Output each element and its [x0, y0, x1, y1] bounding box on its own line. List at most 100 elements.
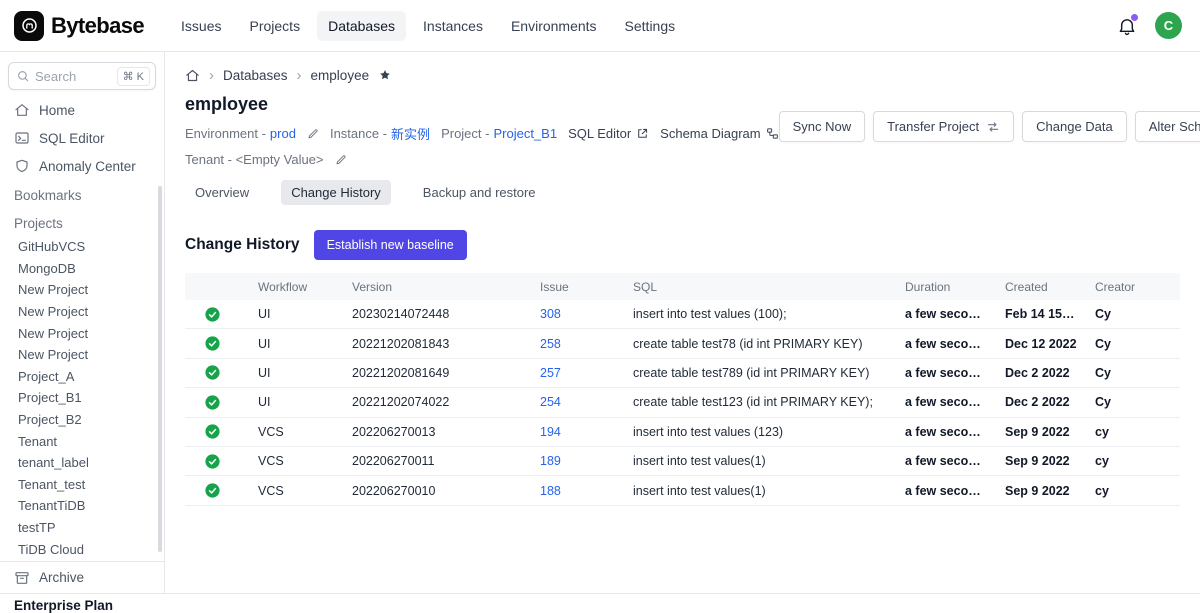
- breadcrumb-employee[interactable]: employee: [311, 68, 370, 83]
- sql-editor-link[interactable]: SQL Editor: [568, 126, 649, 141]
- environment-link[interactable]: prod: [270, 126, 296, 141]
- sidebar-project-item[interactable]: Tenant: [0, 430, 164, 452]
- instance-link[interactable]: 新实例: [391, 124, 430, 143]
- avatar[interactable]: C: [1155, 12, 1182, 39]
- archive-icon: [14, 570, 30, 586]
- sidebar-scrollbar[interactable]: [158, 186, 162, 552]
- project-item-label: Project_B1: [18, 390, 82, 405]
- project-item-label: Project_A: [18, 369, 74, 384]
- issue-link[interactable]: 188: [540, 484, 561, 498]
- cell-duration: a few seconds: [887, 337, 987, 351]
- cell-sql: insert into test values (123): [615, 425, 887, 439]
- transfer-project-button[interactable]: Transfer Project: [873, 111, 1014, 142]
- issue-link[interactable]: 189: [540, 454, 561, 468]
- sidebar-project-item[interactable]: testTP: [0, 517, 164, 539]
- terminal-icon: [14, 130, 30, 146]
- project-item-label: MongoDB: [18, 261, 76, 276]
- table-row[interactable]: UI 20221202081843 258 create table test7…: [185, 329, 1180, 358]
- cell-creator: Cy: [1077, 307, 1180, 321]
- projects-section-label[interactable]: Projects: [0, 210, 164, 236]
- sidebar-project-item[interactable]: New Project: [0, 279, 164, 301]
- establish-baseline-button[interactable]: Establish new baseline: [314, 230, 467, 260]
- table-row[interactable]: UI 20230214072448 308 insert into test v…: [185, 300, 1180, 329]
- notifications-button[interactable]: [1117, 16, 1137, 36]
- tab-backup-and-restore[interactable]: Backup and restore: [413, 180, 546, 205]
- column-header-duration: Duration: [887, 280, 987, 294]
- table-row[interactable]: VCS 202206270011 189 insert into test va…: [185, 447, 1180, 476]
- transfer-icon: [986, 120, 1000, 134]
- sidebar-project-item[interactable]: Tenant_test: [0, 474, 164, 496]
- nav-item-issues[interactable]: Issues: [170, 11, 232, 41]
- cell-duration: a few seconds: [887, 307, 987, 321]
- issue-link[interactable]: 258: [540, 337, 561, 351]
- sidebar-item-archive[interactable]: Archive: [0, 561, 164, 593]
- sidebar-project-item[interactable]: Project_B1: [0, 387, 164, 409]
- search-input[interactable]: [35, 69, 112, 84]
- bookmark-star-icon[interactable]: [378, 68, 392, 82]
- sidebar-item-sql-editor[interactable]: SQL Editor: [0, 124, 164, 152]
- issue-link[interactable]: 254: [540, 395, 561, 409]
- tenant-label: Tenant - <Empty Value>: [185, 152, 324, 167]
- sidebar-project-item[interactable]: New Project: [0, 322, 164, 344]
- database-meta-row-2: Tenant - <Empty Value>: [185, 152, 779, 167]
- bookmarks-section-label[interactable]: Bookmarks: [0, 182, 164, 208]
- cell-version: 20221202081843: [334, 337, 522, 351]
- table-row[interactable]: VCS 202206270013 194 insert into test va…: [185, 418, 1180, 447]
- sidebar-project-item[interactable]: Project_A: [0, 366, 164, 388]
- table-row[interactable]: UI 20221202081649 257 create table test7…: [185, 359, 1180, 388]
- sidebar-project-item[interactable]: Project_B2: [0, 409, 164, 431]
- issue-link[interactable]: 308: [540, 307, 561, 321]
- search-box[interactable]: ⌘ K: [8, 62, 156, 90]
- change-history-table: Workflow Version Issue SQL Duration Crea…: [185, 273, 1180, 506]
- sidebar-project-item[interactable]: MongoDB: [0, 258, 164, 280]
- issue-link[interactable]: 194: [540, 425, 561, 439]
- cell-workflow: UI: [240, 307, 334, 321]
- brand[interactable]: Bytebase: [14, 11, 144, 41]
- sidebar-project-item[interactable]: TiDB Cloud: [0, 538, 164, 560]
- sidebar-project-item[interactable]: New Project: [0, 344, 164, 366]
- sidebar-project-item[interactable]: tenant_label: [0, 452, 164, 474]
- nav-item-projects[interactable]: Projects: [239, 11, 312, 41]
- cell-sql: insert into test values (100);: [615, 307, 887, 321]
- project-link[interactable]: Project_B1: [493, 126, 557, 141]
- table-row[interactable]: VCS 202206270010 188 insert into test va…: [185, 476, 1180, 505]
- tab-change-history[interactable]: Change History: [281, 180, 391, 205]
- sidebar-item-anomaly-center[interactable]: Anomaly Center: [0, 152, 164, 180]
- tab-overview[interactable]: Overview: [185, 180, 259, 205]
- sidebar-item-home[interactable]: Home: [0, 96, 164, 124]
- cell-created: Sep 9 2022: [987, 454, 1077, 468]
- schema-diagram-link[interactable]: Schema Diagram: [660, 126, 778, 141]
- project-item-label: New Project: [18, 282, 88, 297]
- nav-item-settings[interactable]: Settings: [614, 11, 687, 41]
- cell-workflow: UI: [240, 366, 334, 380]
- breadcrumb-home-icon[interactable]: [185, 68, 200, 83]
- home-icon: [14, 102, 30, 118]
- instance-label: Instance -: [330, 126, 387, 141]
- sidebar-project-item[interactable]: GitHubVCS: [0, 236, 164, 258]
- edit-tenant-icon[interactable]: [335, 154, 347, 166]
- breadcrumb-databases[interactable]: Databases: [223, 68, 288, 83]
- table-row[interactable]: UI 20221202074022 254 create table test1…: [185, 388, 1180, 417]
- nav-item-instances[interactable]: Instances: [412, 11, 494, 41]
- cell-workflow: VCS: [240, 454, 334, 468]
- nav-item-databases[interactable]: Databases: [317, 11, 406, 41]
- cell-creator: cy: [1077, 484, 1180, 498]
- main-content: › Databases › employee employee Environm…: [165, 52, 1200, 593]
- bytebase-logo-icon: [14, 11, 44, 41]
- project-meta: Project - Project_B1: [441, 126, 557, 141]
- edit-environment-icon[interactable]: [307, 128, 319, 140]
- external-link-icon: [636, 127, 649, 140]
- nav-item-environments[interactable]: Environments: [500, 11, 608, 41]
- project-item-label: TiDB Cloud: [18, 542, 84, 557]
- sync-now-button[interactable]: Sync Now: [779, 111, 866, 142]
- cell-version: 20230214072448: [334, 307, 522, 321]
- sidebar-project-item[interactable]: TenantTiDB: [0, 495, 164, 517]
- issue-link[interactable]: 257: [540, 366, 561, 380]
- sidebar-project-item[interactable]: New Project: [0, 301, 164, 323]
- change-data-button[interactable]: Change Data: [1022, 111, 1127, 142]
- column-header-sql: SQL: [615, 280, 887, 294]
- column-header-creator: Creator: [1077, 280, 1180, 294]
- alter-schema-button[interactable]: Alter Schema: [1135, 111, 1200, 142]
- cell-workflow: VCS: [240, 484, 334, 498]
- section-title: Change History: [185, 236, 300, 254]
